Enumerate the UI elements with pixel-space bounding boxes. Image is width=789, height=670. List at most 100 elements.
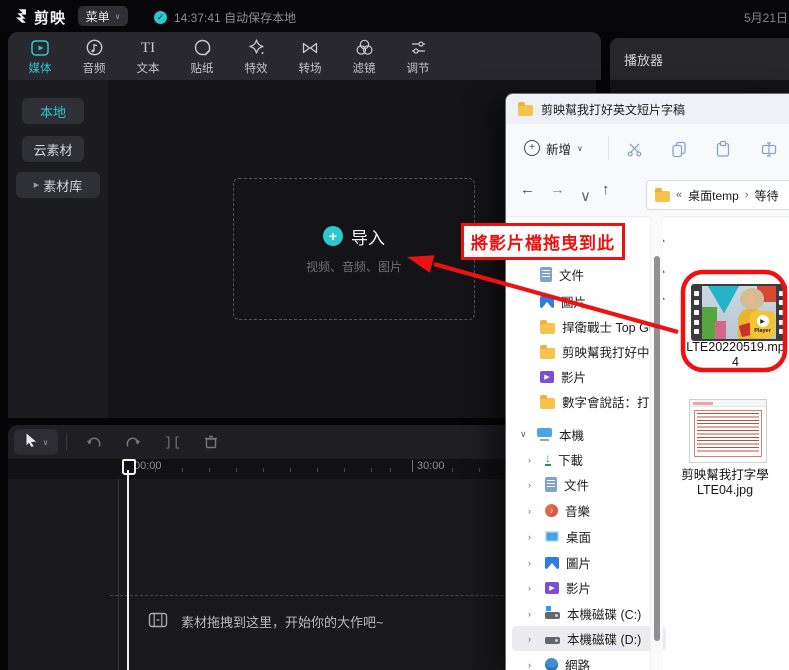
tree-item-pictures-pc[interactable]: › 圖片 [512, 550, 666, 575]
plus-icon: + [524, 140, 540, 156]
tab-filter[interactable]: 滤镜 [337, 32, 391, 80]
screen: 剪映 菜单 ∨ ✓ 14:37:41 自动保存本地 5月21日 媒体 音频 TI… [0, 0, 789, 670]
tab-adjust[interactable]: 调节 [391, 32, 445, 80]
video-icon: ▶ [545, 581, 559, 594]
breadcrumb-item[interactable]: 桌面temp [688, 187, 739, 204]
forward-button[interactable]: → [550, 181, 565, 198]
tree-item-videos-pc[interactable]: › ▶ 影片 [512, 575, 666, 600]
filmstrip-holes [776, 286, 787, 339]
paste-button[interactable] [713, 139, 733, 159]
desktop-icon [545, 531, 559, 542]
network-icon [545, 658, 558, 670]
chevron-right-icon[interactable]: › [528, 558, 538, 568]
tree-item-downloads[interactable]: › ↓ 下載 [512, 447, 666, 472]
track-divider [118, 479, 119, 670]
scrollbar-track[interactable] [650, 216, 663, 670]
timeline-empty-hint: 素材拖拽到这里，开始你的大作吧~ [148, 611, 384, 632]
redo-button[interactable] [120, 430, 146, 454]
explorer-command-bar: + 新增 ∨ [506, 124, 789, 173]
tab-audio[interactable]: 音频 [67, 32, 121, 80]
chevron-down-icon[interactable]: ∨ [520, 429, 530, 440]
folder-icon [540, 344, 555, 359]
effects-icon [247, 37, 266, 57]
file-video-thumbnail[interactable]: ▶ Player [691, 284, 787, 341]
new-button[interactable]: + 新增 ∨ [518, 135, 589, 161]
chevron-right-icon[interactable]: › [528, 609, 538, 619]
annotation-callout: 將影片檔拖曳到此 [461, 223, 625, 260]
sidebar-item-library[interactable]: ▶ 素材库 [16, 172, 100, 198]
app-titlebar: 剪映 菜单 ∨ ✓ 14:37:41 自动保存本地 5月21日 [0, 0, 789, 32]
player-title: 播放器 [624, 52, 664, 68]
import-hint: 视频、音频、图片 [305, 259, 402, 274]
file-video-name[interactable]: LTE20220519.mp4 [684, 340, 787, 370]
delete-button[interactable] [198, 430, 224, 454]
divider [608, 136, 609, 160]
undo-button[interactable] [80, 430, 106, 454]
computer-icon [537, 428, 552, 441]
filmstrip-holes [691, 286, 702, 339]
tree-item-desktop[interactable]: › 桌面 [512, 524, 666, 549]
media-tabs-bar: 媒体 音频 TI 文本 贴纸 特效 转场 滤镜 调节 [8, 32, 601, 80]
autosave-status: ✓ 14:37:41 自动保存本地 [154, 9, 296, 26]
breadcrumb-item[interactable]: 等待 [754, 187, 778, 204]
autosave-label: 自动保存本地 [224, 11, 297, 25]
file-image-thumbnail[interactable] [689, 399, 767, 463]
chevron-right-icon[interactable]: › [528, 583, 538, 593]
chevron-right-icon[interactable]: › [528, 455, 538, 465]
player-badge: ▶ Player [750, 311, 775, 338]
chevron-right-icon[interactable]: › [528, 480, 538, 490]
tab-effects[interactable]: 特效 [229, 32, 283, 80]
history-dropdown-icon[interactable]: ∨ [580, 187, 591, 205]
copy-button[interactable] [669, 139, 689, 159]
tab-sticker[interactable]: 贴纸 [175, 32, 229, 80]
media-sidebar: 本地 云素材 ▶ 素材库 [8, 80, 108, 418]
file-image-name[interactable]: 剪映幫我打字學 LTE04.jpg [669, 468, 781, 498]
playhead-handle[interactable] [122, 459, 136, 475]
tree-item-network[interactable]: › 網路 [512, 652, 666, 670]
select-tool-button[interactable]: ∨ [14, 429, 58, 455]
back-button[interactable]: ← [520, 181, 535, 198]
autosave-time: 14:37:41 [174, 11, 221, 25]
date-label: 5月21日 [744, 11, 789, 25]
chevron-right-icon[interactable]: › [528, 532, 538, 542]
tree-item-music[interactable]: › ♪ 音樂 [512, 498, 666, 523]
divider [66, 434, 67, 450]
tab-text[interactable]: TI 文本 [121, 32, 175, 80]
chevron-right-icon[interactable]: › [528, 506, 538, 516]
sidebar-item-local[interactable]: 本地 [22, 98, 84, 124]
adjust-icon [409, 37, 428, 57]
tree-item-documents-pc[interactable]: › 文件 [512, 472, 666, 497]
disk-icon [545, 633, 560, 644]
explorer-titlebar[interactable]: 剪映幫我打好英文短片字稿 [506, 94, 789, 124]
chevron-down-icon: ∨ [114, 11, 121, 21]
chevron-down-icon: ∨ [42, 437, 49, 447]
rename-button[interactable] [759, 139, 779, 159]
tree-item-disk-d[interactable]: › 本機磁碟 (D:) [512, 626, 666, 651]
time-mid-label: 30:00 [412, 460, 445, 472]
filmstrip-icon [148, 611, 168, 632]
import-dropzone[interactable]: + 导入 视频、音频、图片 [233, 178, 475, 320]
scrollbar-thumb[interactable] [654, 256, 660, 641]
sidebar-item-cloud[interactable]: 云素材 [22, 136, 84, 162]
picture-icon [545, 556, 559, 569]
cut-button[interactable] [624, 139, 644, 159]
chevron-right-icon[interactable]: › [528, 660, 538, 670]
folder-icon [540, 319, 555, 334]
video-icon: ▶ [540, 370, 554, 383]
document-icon [545, 477, 557, 492]
chevron-right-icon[interactable]: › [528, 634, 538, 644]
breadcrumb[interactable]: « 桌面temp › 等待 [646, 180, 789, 210]
filter-icon [355, 37, 374, 57]
up-button[interactable]: ↑ [602, 181, 610, 198]
folder-icon [518, 102, 533, 116]
tab-transition[interactable]: 转场 [283, 32, 337, 80]
split-button[interactable]: ][ [160, 430, 186, 454]
folder-icon [540, 394, 555, 409]
menu-button[interactable]: 菜单 ∨ [78, 6, 128, 26]
download-icon: ↓ [545, 451, 551, 466]
explorer-window-title: 剪映幫我打好英文短片字稿 [541, 102, 686, 117]
tab-media[interactable]: 媒体 [13, 32, 67, 80]
tree-item-this-pc[interactable]: ∨ 本機 [512, 422, 658, 447]
tree-item-disk-c[interactable]: › 本機磁碟 (C:) [512, 601, 666, 626]
import-label: 导入 [351, 228, 385, 248]
